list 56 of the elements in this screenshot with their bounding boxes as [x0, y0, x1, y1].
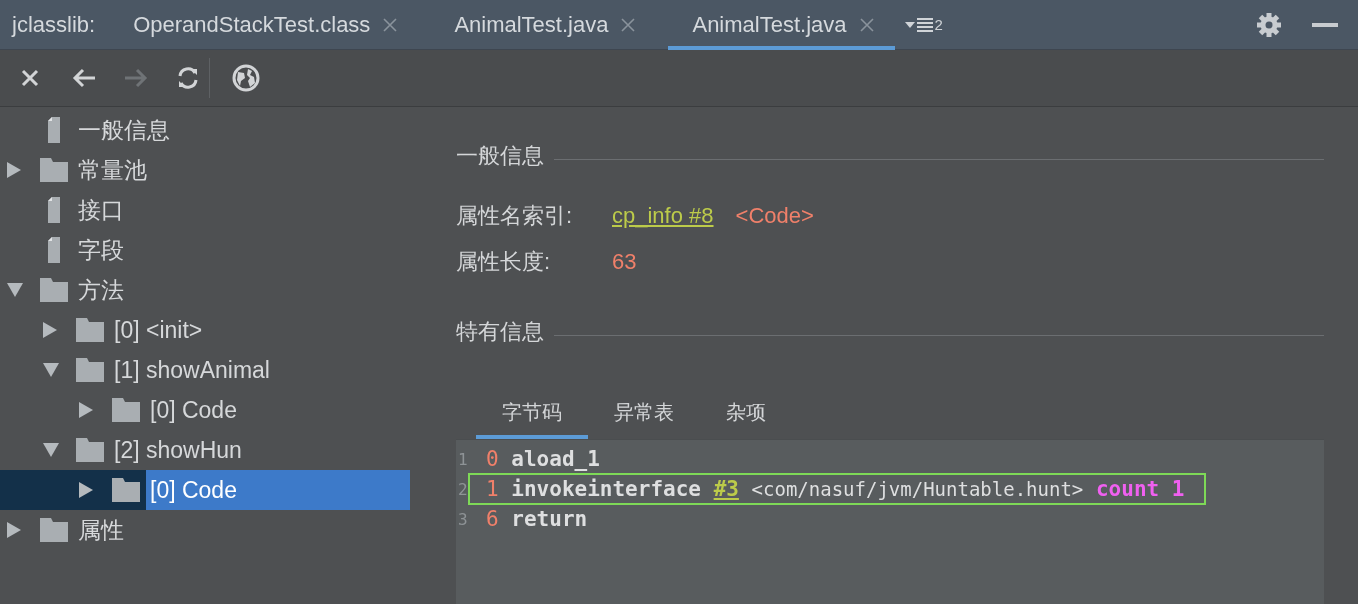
- tree-item[interactable]: [0] Code: [0, 390, 410, 430]
- folder-icon: [112, 398, 140, 422]
- collapse-arrow-icon[interactable]: [42, 362, 60, 378]
- folder-icon: [40, 278, 68, 302]
- folder-icon: [40, 158, 68, 182]
- app-name: jclasslib:: [12, 11, 96, 38]
- field-label: 属性长度:: [456, 248, 552, 276]
- close-icon[interactable]: [19, 67, 41, 89]
- tree-item[interactable]: [2] showHun: [0, 430, 410, 470]
- tree-item[interactable]: 属性: [0, 510, 410, 550]
- tree-item[interactable]: 常量池: [0, 150, 410, 190]
- constant-link[interactable]: #3: [713, 477, 739, 501]
- file-tab[interactable]: AnimalTest.java: [454, 0, 657, 50]
- field-value: <Code>: [735, 203, 814, 229]
- content-tab[interactable]: 杂项: [700, 389, 792, 439]
- file-tab[interactable]: OperandStackTest.class: [133, 0, 419, 50]
- expand-arrow-icon[interactable]: [6, 521, 22, 539]
- folder-icon: [76, 318, 104, 342]
- tree-item[interactable]: 接口: [0, 190, 410, 230]
- content-tab[interactable]: 异常表: [588, 389, 700, 439]
- collapse-arrow-icon[interactable]: [42, 442, 60, 458]
- tree-item[interactable]: 方法: [0, 270, 410, 310]
- close-icon[interactable]: [620, 16, 637, 33]
- folder-icon: [76, 358, 104, 382]
- caret-icon[interactable]: [904, 21, 915, 28]
- folder-icon: [76, 438, 104, 462]
- field-label: 属性名索引:: [456, 202, 574, 230]
- expand-arrow-icon[interactable]: [78, 481, 94, 499]
- expand-arrow-icon[interactable]: [6, 161, 22, 179]
- globe-icon[interactable]: [232, 64, 260, 92]
- close-icon[interactable]: [382, 16, 399, 33]
- field-value: 63: [612, 249, 637, 275]
- close-icon[interactable]: [858, 16, 875, 33]
- section-title: 特有信息: [456, 318, 544, 346]
- expand-arrow-icon[interactable]: [78, 401, 94, 419]
- folder-icon: [112, 478, 140, 502]
- bytecode-line: 6 return: [485, 506, 589, 533]
- tree-item[interactable]: [1] showAnimal: [0, 350, 410, 390]
- section-title: 一般信息: [456, 142, 544, 170]
- folder-icon: [40, 518, 68, 542]
- expand-arrow-icon[interactable]: [42, 321, 58, 339]
- tree-item[interactable]: [0] <init>: [0, 310, 410, 350]
- collapse-arrow-icon[interactable]: [6, 282, 24, 298]
- line-number: 1: [457, 449, 468, 469]
- tree-item[interactable]: 一般信息: [0, 110, 410, 150]
- back-arrow-icon[interactable]: [71, 67, 97, 89]
- tree-item[interactable]: [0] Code: [0, 470, 410, 510]
- cp-info-link[interactable]: cp_info #8: [612, 203, 714, 229]
- settings-icon[interactable]: [1256, 11, 1282, 38]
- line-number: 2: [457, 479, 468, 499]
- list-icon[interactable]: [916, 17, 933, 32]
- minimize-icon[interactable]: [1312, 22, 1338, 27]
- tree-item[interactable]: 字段: [0, 230, 410, 270]
- hidden-tab-count[interactable]: 2: [934, 16, 943, 33]
- bytecode-line: 0 aload_1: [485, 446, 601, 473]
- line-number: 3: [457, 509, 468, 529]
